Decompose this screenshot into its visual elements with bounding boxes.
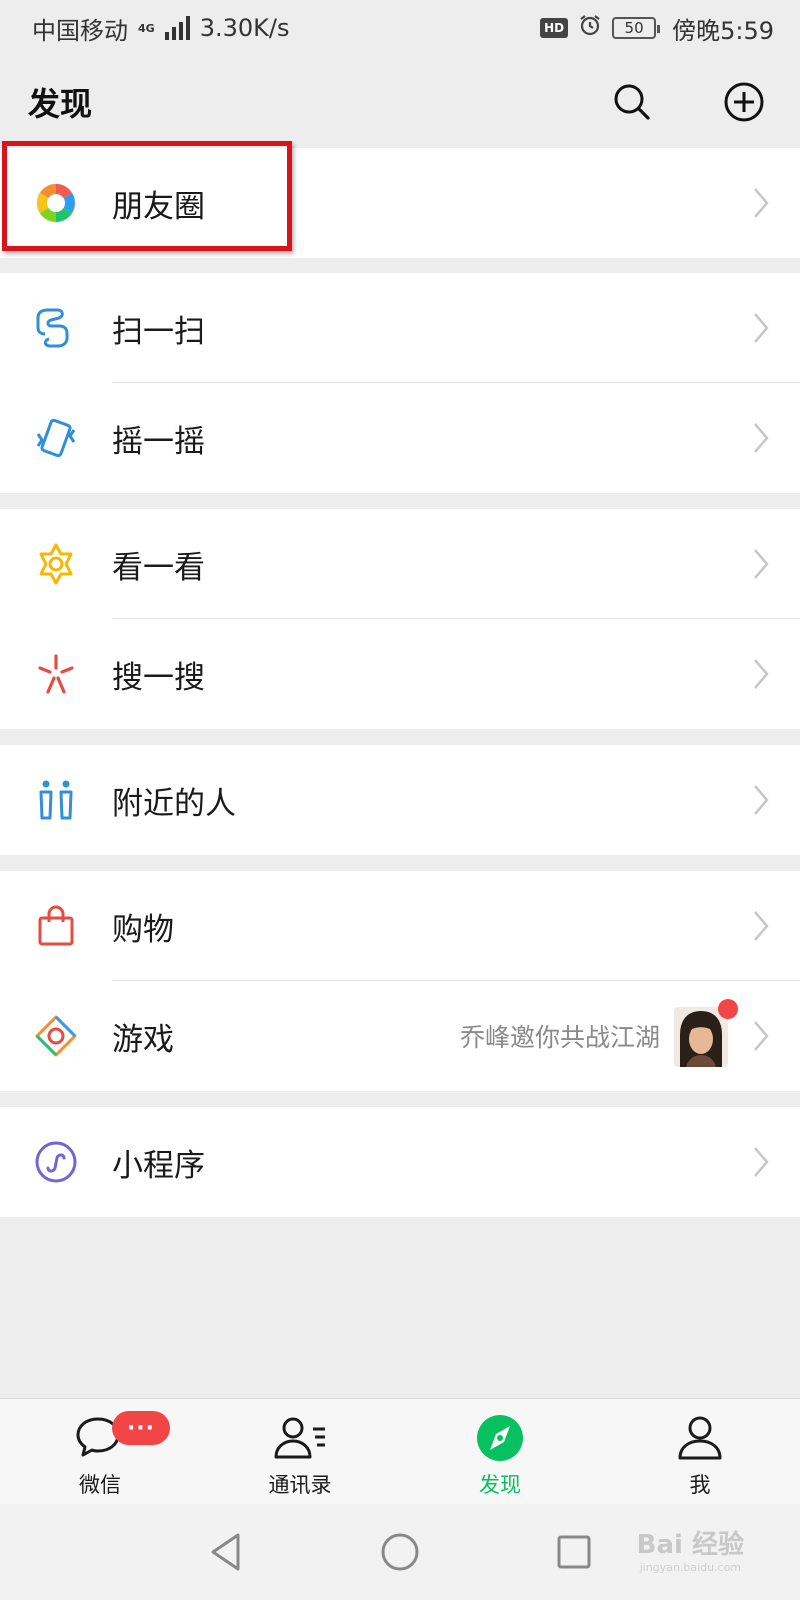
nearby-people-icon [34, 778, 78, 822]
chevron-right-icon [754, 549, 769, 579]
chevron-right-icon [754, 659, 769, 689]
status-right: HD 50 傍晚5:59 [540, 11, 774, 46]
recents-square-icon [557, 1535, 591, 1569]
chevron-right-icon [754, 313, 769, 343]
chevron-right-icon [754, 911, 769, 941]
list-item-nearby-people[interactable]: 附近的人 [0, 745, 800, 855]
shake-icon [34, 416, 78, 460]
tab-chats[interactable]: 微信 ··· [0, 1399, 200, 1504]
section-shopping-games: 购物 游戏 乔峰邀你共战江湖 [0, 871, 800, 1091]
tab-bar: 微信 ··· 通讯录 发现 我 [0, 1398, 800, 1504]
status-time: 傍晚5:59 [672, 16, 774, 45]
plus-circle-icon [724, 82, 764, 122]
network-type: 4G [138, 21, 155, 35]
section-look-search: 看一看 搜一搜 [0, 509, 800, 729]
list-item-label: 游戏 [112, 1021, 174, 1058]
scan-icon [34, 306, 78, 350]
search-icon [614, 84, 650, 120]
tab-label: 我 [689, 1473, 711, 1497]
chevron-right-icon [754, 1147, 769, 1177]
list-item-search[interactable]: 搜一搜 [0, 619, 800, 729]
signal-icon [164, 16, 190, 40]
list-item-label: 搜一搜 [112, 659, 205, 696]
network-speed: 3.30K/s [199, 14, 290, 42]
highlight-annotation [2, 141, 292, 251]
list-item-label: 扫一扫 [112, 313, 205, 350]
home-circle-icon [381, 1533, 419, 1571]
list-item-scan[interactable]: 扫一扫 [0, 273, 800, 383]
back-button[interactable] [204, 1530, 248, 1574]
section-nearby: 附近的人 [0, 745, 800, 855]
add-button[interactable] [720, 78, 768, 126]
tab-me[interactable]: 我 [600, 1399, 800, 1504]
shopping-bag-icon [34, 904, 78, 948]
status-left: 中国移动 4G 3.30K/s [32, 11, 289, 46]
list-item-label: 购物 [112, 911, 174, 948]
list-item-label: 摇一摇 [112, 423, 205, 460]
battery-indicator: 50 [612, 17, 661, 39]
list-item-mini-programs[interactable]: 小程序 [0, 1107, 800, 1217]
list-item-shopping[interactable]: 购物 [0, 871, 800, 981]
chevron-right-icon [754, 188, 769, 218]
watermark-url: jingyan.baidu.com [639, 1561, 742, 1574]
watermark-brand: Bai 经验 [636, 1530, 744, 1560]
tab-label: 通讯录 [268, 1473, 332, 1497]
chevron-right-icon [754, 1021, 769, 1051]
recents-button[interactable] [552, 1530, 596, 1574]
contacts-icon [273, 1413, 327, 1463]
carrier-name: 中国移动 [32, 16, 128, 45]
list-item-label: 小程序 [112, 1147, 205, 1184]
alarm-icon [578, 13, 602, 43]
list-item-label: 附近的人 [112, 785, 236, 822]
tab-contacts[interactable]: 通讯录 [200, 1399, 400, 1504]
tab-label: 微信 [79, 1473, 121, 1497]
notification-dot [718, 999, 738, 1019]
chevron-right-icon [754, 785, 769, 815]
back-triangle-icon [211, 1533, 240, 1571]
chevron-right-icon [754, 423, 769, 453]
list-item-top-stories[interactable]: 看一看 [0, 509, 800, 619]
section-mini-programs: 小程序 [0, 1107, 800, 1217]
section-scan-shake: 扫一扫 摇一摇 [0, 273, 800, 493]
discover-icon [473, 1413, 527, 1463]
list-item-games[interactable]: 游戏 乔峰邀你共战江湖 [0, 981, 800, 1091]
tab-discover[interactable]: 发现 [400, 1399, 600, 1504]
search-icon [34, 652, 78, 696]
tab-label: 发现 [479, 1473, 521, 1497]
search-button[interactable] [608, 78, 656, 126]
status-bar: 中国移动 4G 3.30K/s HD 50 傍晚5:59 [0, 0, 800, 56]
mini-programs-icon [34, 1140, 78, 1184]
hd-badge: HD [540, 18, 569, 38]
games-icon [34, 1014, 78, 1058]
list-item-shake[interactable]: 摇一摇 [0, 383, 800, 493]
list-item-label: 看一看 [112, 549, 205, 586]
header: 发现 [0, 56, 800, 148]
unread-badge: ··· [112, 1411, 170, 1445]
page-title: 发现 [28, 85, 93, 123]
watermark: Bai 经验 jingyan.baidu.com [637, 1524, 744, 1574]
me-icon [673, 1413, 727, 1463]
home-button[interactable] [378, 1530, 422, 1574]
game-promo-text: 乔峰邀你共战江湖 [459, 1023, 660, 1052]
top-stories-icon [34, 542, 78, 586]
